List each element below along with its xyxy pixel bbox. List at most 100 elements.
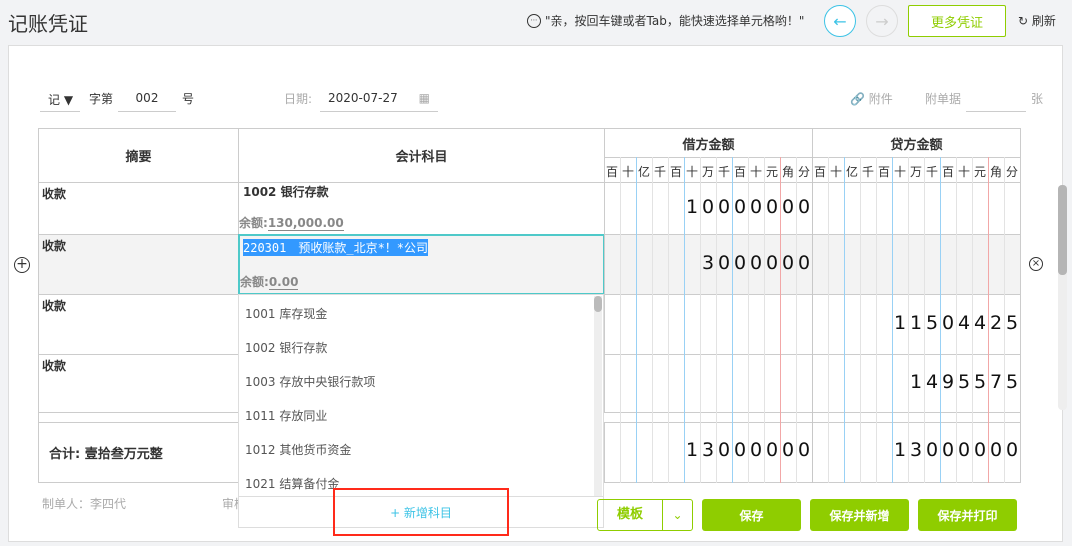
- page-scroll-thumb[interactable]: [1058, 185, 1067, 275]
- chevron-down-icon[interactable]: ⌄: [662, 500, 692, 530]
- summary-cell[interactable]: 收款: [38, 182, 239, 235]
- attachment-link[interactable]: 🔗 附件: [850, 90, 893, 107]
- summary-cell[interactable]: 收款: [38, 354, 239, 413]
- subject-cell[interactable]: 1002 银行存款 余额:130,000.00: [238, 182, 605, 235]
- digit-header-label: 分: [797, 165, 810, 179]
- balance-value: 0.00: [268, 275, 299, 290]
- amount-digit: 0: [925, 439, 939, 461]
- amount-digit: 0: [989, 439, 1003, 461]
- amount-digit: 5: [973, 370, 987, 393]
- amount-digit: 9: [941, 370, 955, 393]
- amount-digit: 0: [717, 439, 731, 461]
- amount-digit: 0: [797, 251, 811, 274]
- summary-cell[interactable]: 收款: [38, 294, 239, 355]
- amount-digit: 0: [749, 251, 763, 274]
- subject-option[interactable]: 1002 银行存款: [245, 339, 327, 356]
- keyboard-icon: ⋯: [527, 13, 541, 28]
- digit-header-label: 万: [909, 165, 922, 179]
- subject-option[interactable]: 1003 存放中央银行款项: [245, 373, 375, 390]
- digit-header-label: 千: [861, 165, 874, 179]
- digit-header-label: 百: [813, 165, 826, 179]
- refresh-icon: ↻: [1018, 14, 1029, 28]
- amount-digit: 0: [1005, 439, 1019, 461]
- amount-digit: 7: [989, 370, 1003, 393]
- digit-divider: [860, 157, 861, 483]
- digit-header-label: 亿: [637, 165, 650, 179]
- subject-option[interactable]: 1021 结算备付金: [245, 475, 339, 492]
- amount-digit: 1: [685, 195, 699, 218]
- page-scrollbar[interactable]: [1058, 185, 1067, 410]
- subject-cell[interactable]: 220301 预收账款_北京*！*公司 余额:0.00: [238, 234, 605, 295]
- delete-row-icon[interactable]: ×: [1029, 257, 1043, 271]
- amount-digit: 0: [797, 439, 811, 461]
- digit-divider: [620, 157, 621, 483]
- digit-header-label: 百: [605, 165, 618, 179]
- more-vouchers-button[interactable]: 更多凭证: [908, 5, 1006, 37]
- digit-divider: [876, 157, 877, 483]
- digit-divider: [844, 157, 845, 483]
- amount-digit: 0: [733, 251, 747, 274]
- amount-digit: 0: [749, 439, 763, 461]
- digit-header-label: 分: [1005, 165, 1018, 179]
- zhang-label: 张: [1031, 92, 1044, 106]
- summary-cell[interactable]: 收款: [38, 234, 239, 295]
- dropdown-scrollbar[interactable]: [594, 296, 602, 496]
- page-title: 记账凭证: [8, 12, 88, 36]
- total-label-cell: 合计: 壹拾叁万元整: [38, 422, 239, 483]
- arrow-left-icon: ←: [833, 11, 847, 31]
- subject-value[interactable]: 220301 预收账款_北京*！*公司: [243, 239, 429, 256]
- total-label: 合计:: [49, 447, 81, 462]
- add-row-icon[interactable]: +: [14, 257, 30, 273]
- amount-digit: 0: [733, 439, 747, 461]
- arrow-right-icon: →: [875, 11, 889, 31]
- digit-divider: [828, 157, 829, 483]
- amount-digit: 3: [701, 251, 715, 274]
- voucher-number-input[interactable]: 002: [118, 90, 176, 112]
- attach-count-input[interactable]: [966, 90, 1026, 112]
- prev-voucher-button[interactable]: ←: [824, 5, 856, 37]
- scroll-thumb[interactable]: [594, 296, 602, 312]
- balance-text: 余额:0.00: [240, 273, 299, 290]
- digit-header-label: 百: [669, 165, 682, 179]
- subject-option[interactable]: 1011 存放同业: [245, 407, 327, 424]
- save-print-button[interactable]: 保存并打印: [918, 499, 1017, 531]
- caret-down-icon: ▼: [63, 93, 74, 107]
- digit-header-label: 十: [749, 165, 762, 179]
- amount-digit: 1: [909, 311, 923, 334]
- amount-digit: 1: [893, 439, 907, 461]
- amount-digit: 2: [989, 311, 1003, 334]
- digit-header-label: 角: [989, 165, 1002, 179]
- voucher-type-select[interactable]: 记 ▼: [40, 90, 80, 112]
- date-input[interactable]: 2020-07-27 ▦: [320, 90, 438, 112]
- subject-option[interactable]: 1012 其他货币资金: [245, 441, 351, 458]
- template-label[interactable]: 模板: [598, 500, 662, 530]
- amount-digit: 4: [957, 311, 971, 334]
- digit-header-label: 千: [717, 165, 730, 179]
- save-button[interactable]: 保存: [702, 499, 801, 531]
- refresh-button[interactable]: ↻ 刷新: [1018, 12, 1056, 29]
- subject-option[interactable]: 1001 库存现金: [245, 305, 327, 322]
- paperclip-icon: 🔗: [850, 92, 865, 106]
- amount-digit: 0: [765, 195, 779, 218]
- digit-header-label: 万: [701, 165, 714, 179]
- amount-digit: 0: [957, 439, 971, 461]
- amount-digit: 0: [717, 251, 731, 274]
- amount-digit: 5: [1005, 370, 1019, 393]
- amount-digit: 3: [701, 439, 715, 461]
- refresh-label: 刷新: [1031, 14, 1056, 28]
- digit-header-label: 十: [685, 165, 698, 179]
- date-value: 2020-07-27: [328, 91, 398, 105]
- amount-digit: 0: [765, 251, 779, 274]
- save-new-button[interactable]: 保存并新增: [810, 499, 909, 531]
- calendar-icon: ▦: [418, 91, 430, 105]
- amount-digit: 0: [749, 195, 763, 218]
- balance-label: 余额:: [240, 275, 269, 289]
- digit-header-label: 角: [781, 165, 794, 179]
- subject-value[interactable]: 1002 银行存款: [243, 183, 329, 200]
- amount-digit: 0: [733, 195, 747, 218]
- amount-digit: 3: [909, 439, 923, 461]
- credit-header: 贷方金额: [812, 128, 1021, 158]
- annotation-highlight-box: [333, 488, 509, 536]
- next-voucher-button[interactable]: →: [866, 5, 898, 37]
- template-split-button[interactable]: 模板 ⌄: [597, 499, 693, 531]
